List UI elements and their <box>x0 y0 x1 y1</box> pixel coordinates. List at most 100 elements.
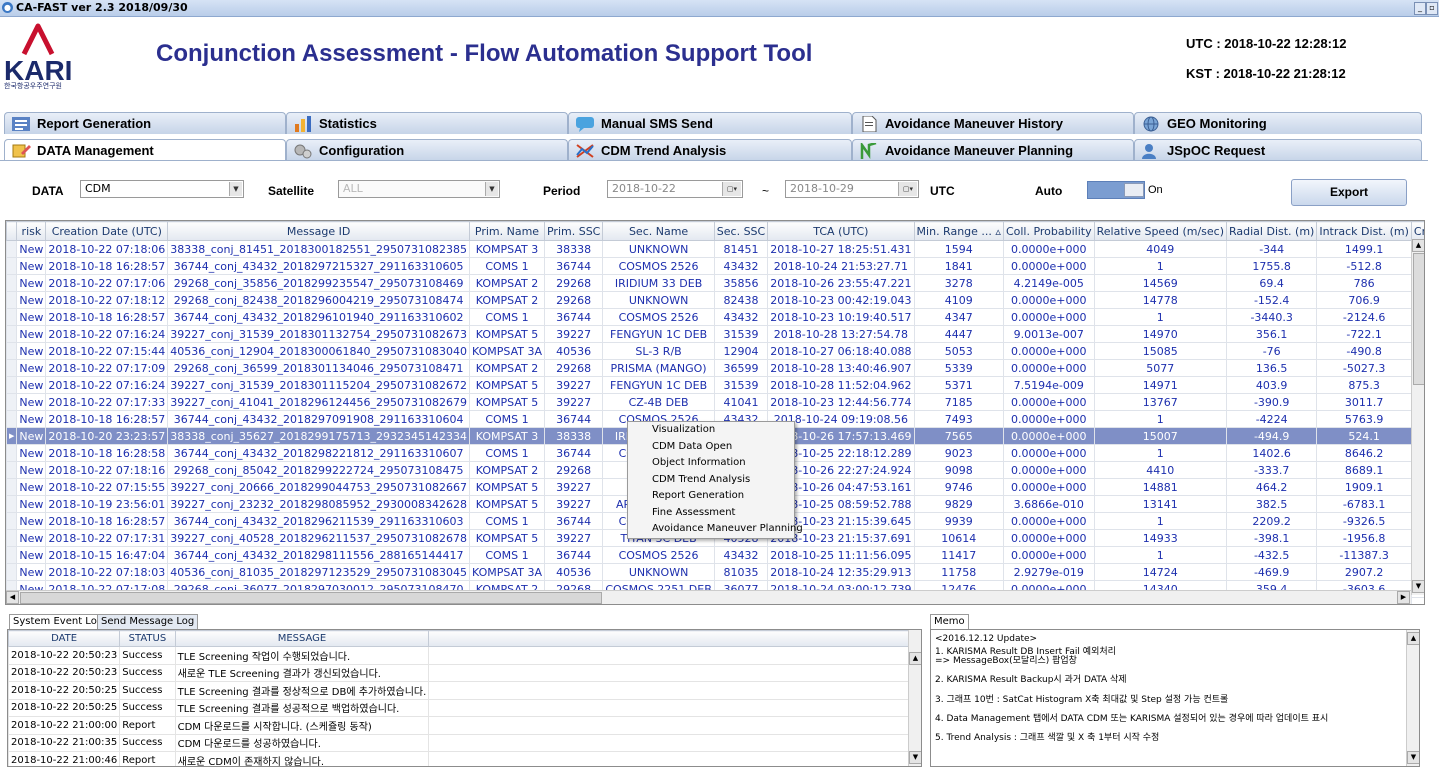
table-cell[interactable]: -6783.1 <box>1316 495 1412 513</box>
table-cell[interactable]: KOMPSAT 2 <box>468 274 545 292</box>
table-cell[interactable]: 36744_conj_43432_2018297215327_291163310… <box>167 257 470 275</box>
table-cell[interactable]: 39227 <box>543 325 604 343</box>
table-cell[interactable]: 9098 <box>913 461 1004 479</box>
table-cell[interactable]: 2018-10-18 16:28:57 <box>45 308 169 326</box>
table-cell[interactable]: 786 <box>1316 274 1412 292</box>
table-cell[interactable]: -390.9 <box>1225 393 1318 411</box>
table-cell[interactable]: 12904 <box>713 342 769 360</box>
table-cell[interactable]: 4447 <box>913 325 1004 343</box>
table-cell[interactable]: KOMPSAT 2 <box>468 359 545 377</box>
table-cell[interactable]: 29268 <box>543 274 604 292</box>
table-cell[interactable]: 2018-10-22 07:17:31 <box>45 529 169 547</box>
table-cell[interactable]: COMS 1 <box>468 410 545 428</box>
tab-manual-sms-send[interactable]: Manual SMS Send <box>568 112 852 134</box>
table-cell[interactable]: 38338 <box>543 427 604 445</box>
table-cell[interactable]: 1 <box>1093 257 1228 275</box>
scroll-thumb[interactable] <box>20 592 602 604</box>
grid-column-header[interactable]: Sec. Name <box>602 221 715 241</box>
table-cell[interactable]: 14724 <box>1093 563 1228 581</box>
table-cell[interactable]: 356.1 <box>1225 325 1318 343</box>
scroll-thumb[interactable] <box>1413 253 1424 385</box>
menu-item-avoidance-maneuver-planning[interactable]: Avoidance Maneuver Planning <box>628 521 803 538</box>
table-cell[interactable]: 39227_conj_41041_2018296124456_295073108… <box>167 393 470 411</box>
table-cell[interactable]: New <box>16 308 47 326</box>
table-cell[interactable]: New <box>16 240 47 258</box>
table-cell[interactable]: UNKNOWN <box>602 563 715 581</box>
table-row[interactable]: New 2018-10-18 16:28:57 36744_conj_43432_2… <box>6 257 1424 275</box>
table-cell[interactable]: 2018-10-24 12:35:29.913 <box>767 563 915 581</box>
grid-column-header[interactable]: Sec. SSC <box>713 221 769 241</box>
table-cell[interactable]: 2018-10-22 07:18:03 <box>45 563 169 581</box>
table-cell[interactable]: 0.0000e+000 <box>1002 240 1095 258</box>
tab-data-management[interactable]: DATA Management <box>4 139 286 161</box>
table-cell[interactable]: 7.5194e-009 <box>1002 376 1095 394</box>
grid-column-header[interactable]: Radial Dist. (m) <box>1225 221 1318 241</box>
table-cell[interactable]: 29268 <box>543 291 604 309</box>
table-cell[interactable]: 36744 <box>543 257 604 275</box>
period-to-picker[interactable]: 2018-10-29 ▢▾ <box>785 180 919 198</box>
table-cell[interactable]: -3440.3 <box>1225 308 1318 326</box>
table-cell[interactable]: 1 <box>1093 444 1228 462</box>
table-cell[interactable]: SL-3 R/B <box>602 342 715 360</box>
table-cell[interactable]: -432.5 <box>1225 546 1318 564</box>
table-cell[interactable]: 38338_conj_81451_2018300182551_295073108… <box>167 240 470 258</box>
table-cell[interactable]: -11387.3 <box>1316 546 1412 564</box>
table-cell[interactable]: 2018-10-27 06:18:40.088 <box>767 342 915 360</box>
scroll-up-icon[interactable]: ▲ <box>1412 239 1424 252</box>
table-cell[interactable]: 39227_conj_40528_2018296211537_295073108… <box>167 529 470 547</box>
table-cell[interactable]: 4109 <box>913 291 1004 309</box>
grid-column-header[interactable]: Message ID <box>167 221 470 241</box>
table-cell[interactable]: New <box>16 274 47 292</box>
table-cell[interactable]: 2018-10-20 23:23:57 <box>45 427 169 445</box>
menu-item-object-information[interactable]: Object Information <box>628 455 794 472</box>
row-selector[interactable] <box>6 529 18 547</box>
log-row[interactable]: 2018-10-22 20:50:23 Success 새로운 TLE Screen… <box>8 663 921 682</box>
table-cell[interactable]: 29268_conj_85042_2018299222724_295073108… <box>167 461 470 479</box>
table-cell[interactable]: -722.1 <box>1316 325 1412 343</box>
table-cell[interactable]: -2124.6 <box>1316 308 1412 326</box>
table-cell[interactable]: 5053 <box>913 342 1004 360</box>
log-col-message[interactable]: MESSAGE <box>174 630 430 647</box>
table-cell[interactable]: 31539 <box>713 325 769 343</box>
table-cell[interactable]: 2018-10-22 07:16:24 <box>45 325 169 343</box>
table-cell[interactable]: KOMPSAT 5 <box>468 376 545 394</box>
grid-column-header[interactable]: Coll. Probability <box>1002 221 1095 241</box>
table-cell[interactable]: -398.1 <box>1225 529 1318 547</box>
table-cell[interactable]: 11758 <box>913 563 1004 581</box>
table-row[interactable]: New 2018-10-22 07:17:33 39227_conj_41041_2… <box>6 393 1424 411</box>
table-cell[interactable]: 36744 <box>543 410 604 428</box>
table-cell[interactable]: New <box>16 478 47 496</box>
table-cell[interactable]: 38338 <box>543 240 604 258</box>
table-cell[interactable]: 36744_conj_43432_2018296101940_291163310… <box>167 308 470 326</box>
table-cell[interactable]: KOMPSAT 2 <box>468 461 545 479</box>
table-cell[interactable]: 1594 <box>913 240 1004 258</box>
memo-scrollbar[interactable]: ▲ ▼ <box>1406 630 1419 766</box>
table-cell[interactable]: 39227_conj_31539_2018301132754_295073108… <box>167 325 470 343</box>
table-cell[interactable]: 29268_conj_82438_2018296004219_295073108… <box>167 291 470 309</box>
table-cell[interactable]: 36744_conj_43432_2018297091908_291163310… <box>167 410 470 428</box>
table-cell[interactable]: 38338_conj_35627_2018299175713_293234514… <box>167 427 470 445</box>
auto-toggle[interactable] <box>1087 181 1145 199</box>
row-selector[interactable] <box>6 359 18 377</box>
table-cell[interactable]: 136.5 <box>1225 359 1318 377</box>
table-cell[interactable]: 36744 <box>543 308 604 326</box>
table-cell[interactable]: COSMOS 2526 <box>602 257 715 275</box>
row-selector[interactable] <box>6 274 18 292</box>
table-cell[interactable]: 2018-10-24 21:53:27.71 <box>767 257 915 275</box>
table-cell[interactable]: -1956.8 <box>1316 529 1412 547</box>
table-cell[interactable]: 40536 <box>543 563 604 581</box>
table-row[interactable]: New 2018-10-22 07:15:44 40536_conj_12904_2… <box>6 342 1424 360</box>
table-cell[interactable]: KOMPSAT 2 <box>468 291 545 309</box>
table-cell[interactable]: 403.9 <box>1225 376 1318 394</box>
table-cell[interactable]: 2018-10-22 07:15:44 <box>45 342 169 360</box>
table-cell[interactable]: 14971 <box>1093 376 1228 394</box>
table-cell[interactable]: COMS 1 <box>468 308 545 326</box>
table-cell[interactable]: 2018-10-22 07:18:12 <box>45 291 169 309</box>
table-cell[interactable]: 0.0000e+000 <box>1002 427 1095 445</box>
table-cell[interactable]: 1 <box>1093 410 1228 428</box>
grid-column-header[interactable]: Relative Speed (m/sec) <box>1093 221 1228 241</box>
table-cell[interactable]: 14933 <box>1093 529 1228 547</box>
tab-report-generation[interactable]: Report Generation <box>4 112 286 134</box>
table-cell[interactable]: 81035 <box>713 563 769 581</box>
table-cell[interactable]: KOMPSAT 5 <box>468 325 545 343</box>
